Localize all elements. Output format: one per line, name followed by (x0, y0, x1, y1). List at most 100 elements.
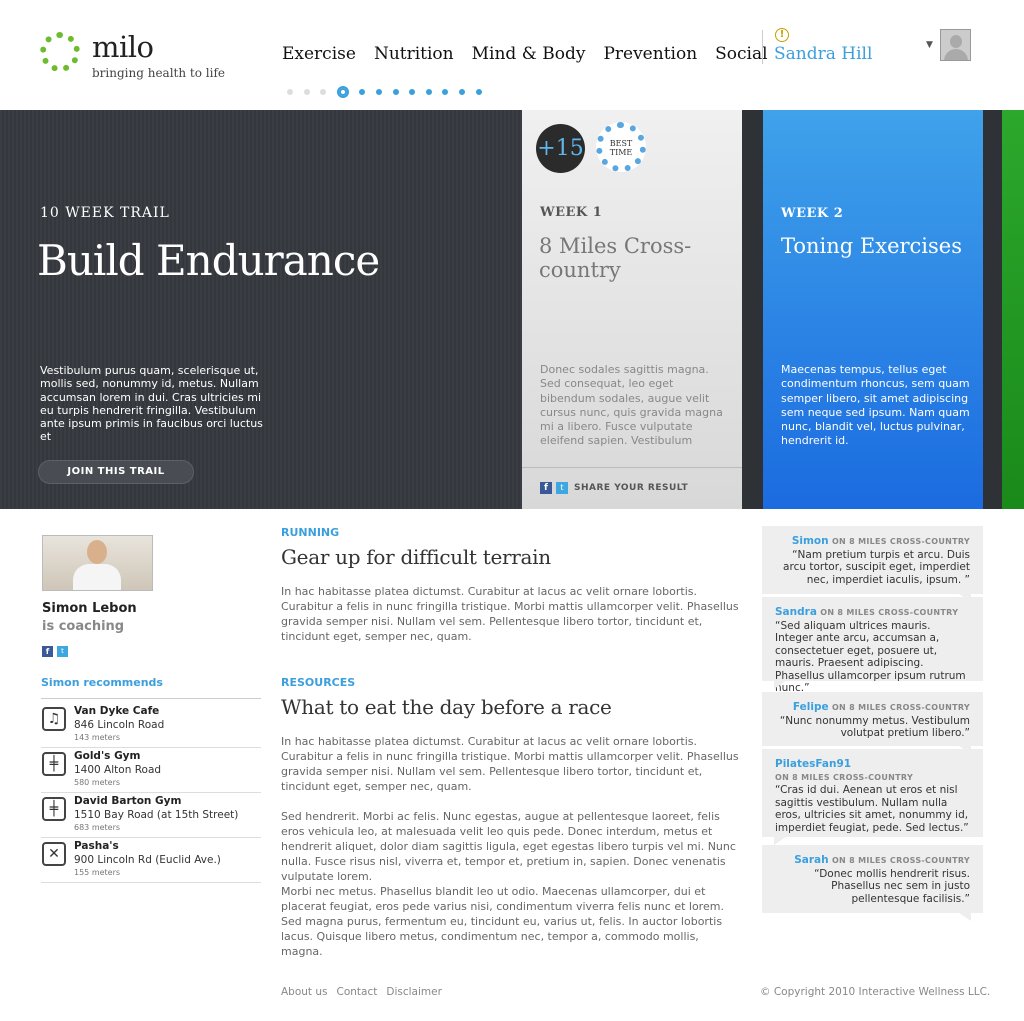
place-address: 846 Lincoln Road (74, 719, 165, 731)
nav-mind-body[interactable]: Mind & Body (472, 44, 586, 64)
section-label-running: RUNNING (281, 526, 340, 539)
week2-label: WEEK 2 (781, 206, 844, 221)
comment-context: ON 8 MILES CROSS-COUNTRY (820, 608, 959, 617)
alert-icon[interactable]: ! (775, 28, 789, 42)
coach-name[interactable]: Simon Lebon (42, 601, 137, 616)
place-address: 900 Lincoln Rd (Euclid Ave.) (74, 854, 221, 866)
list-item[interactable]: ╪ Gold's Gym 1400 Alton Road 580 meters (41, 748, 261, 793)
week2-title: Toning Exercises (781, 234, 963, 258)
share-bar: f t SHARE YOUR RESULT (522, 467, 742, 509)
copyright: © Copyright 2010 Interactive Wellness LL… (760, 986, 991, 998)
dumbbell-icon: ╪ (42, 752, 66, 776)
carousel-pager (287, 86, 492, 98)
comment-text: “Nunc nonummy metus. Vestibulum volutpat… (779, 714, 970, 740)
coach-photo (42, 535, 153, 591)
nav-social[interactable]: Social (715, 44, 767, 64)
article-body-paragraph: Sed hendrerit. Morbi ac felis. Nunc eges… (281, 810, 736, 883)
comment-author[interactable]: Sandra (775, 606, 817, 618)
pager-dot[interactable] (458, 89, 465, 95)
list-item[interactable]: ╪ David Barton Gym 1510 Bay Road (at 15t… (41, 793, 261, 838)
footer-link-disclaimer[interactable]: Disclaimer (386, 986, 442, 998)
pager-dot[interactable] (336, 86, 349, 98)
nav-nutrition[interactable]: Nutrition (374, 44, 454, 64)
twitter-icon[interactable]: t (556, 482, 568, 494)
place-address: 1400 Alton Road (74, 764, 162, 776)
recommends-heading: Simon recommends (41, 676, 261, 699)
pager-dot[interactable] (425, 89, 432, 95)
hero-kicker: 10 WEEK TRAIL (40, 205, 170, 221)
week1-label: WEEK 1 (540, 205, 603, 220)
article-title-resources[interactable]: What to eat the day before a race (281, 695, 612, 719)
chevron-down-icon[interactable]: ▼ (926, 40, 933, 50)
pager-dot[interactable] (320, 89, 327, 95)
pager-dot[interactable] (303, 89, 310, 95)
join-trail-button[interactable]: JOIN THIS TRAIL (38, 460, 194, 484)
recommended-places: ♫ Van Dyke Cafe 846 Lincoln Road 143 met… (41, 703, 261, 883)
pager-dot[interactable] (359, 89, 366, 95)
user-name-link[interactable]: Sandra Hill (774, 44, 872, 64)
comment-context: ON 8 MILES CROSS-COUNTRY (831, 703, 970, 712)
comment: Felipe ON 8 MILES CROSS-COUNTRY “Nunc no… (762, 692, 983, 754)
hero-description: Vestibulum purus quam, scelerisque ut, m… (40, 364, 263, 444)
hero-main-panel: 10 WEEK TRAIL Build Endurance Vestibulum… (0, 110, 522, 509)
avatar[interactable] (940, 29, 971, 61)
facebook-icon[interactable]: f (540, 482, 552, 494)
nav-divider (762, 30, 763, 64)
comment-text: “Cras id dui. Aenean ut eros et nisl sag… (775, 784, 969, 834)
comment-text: “Sed aliquam ultrices mauris. Integer an… (775, 619, 966, 695)
logo-mark-icon (40, 32, 80, 72)
week3-card-peek[interactable] (1002, 110, 1024, 509)
place-address: 1510 Bay Road (at 15th Street) (74, 809, 239, 821)
footer-link-about[interactable]: About us (281, 986, 328, 998)
hero-title: Build Endurance (37, 236, 380, 285)
comment-author[interactable]: Simon (792, 535, 829, 547)
pager-dot[interactable] (409, 89, 416, 95)
share-result-link[interactable]: SHARE YOUR RESULT (574, 483, 688, 493)
comment-author[interactable]: PilatesFan91 (775, 758, 851, 770)
nav-exercise[interactable]: Exercise (282, 44, 356, 64)
nav-prevention[interactable]: Prevention (603, 44, 697, 64)
comment-text: “Donec mollis hendrerit risus. Phasellus… (814, 867, 970, 905)
comment-context: ON 8 MILES CROSS-COUNTRY (775, 772, 914, 782)
comment: PilatesFan91 ON 8 MILES CROSS-COUNTRY “C… (762, 749, 983, 845)
facebook-icon[interactable]: f (42, 646, 53, 657)
comment: Sarah ON 8 MILES CROSS-COUNTRY “Donec mo… (762, 845, 983, 921)
coach-status: is coaching (42, 619, 125, 634)
hero-carousel: 10 WEEK TRAIL Build Endurance Vestibulum… (0, 110, 1024, 509)
logo-name: milo (92, 30, 154, 64)
list-item[interactable]: ✕ Pasha's 900 Lincoln Rd (Euclid Ave.) 1… (41, 838, 261, 883)
place-name: Gold's Gym (74, 750, 141, 762)
place-name: David Barton Gym (74, 795, 182, 807)
pager-dot[interactable] (442, 89, 449, 95)
week1-description: Donec sodales sagittis magna. Sed conseq… (540, 363, 723, 448)
comment-context: ON 8 MILES CROSS-COUNTRY (831, 537, 970, 546)
article-body-paragraph: In hac habitasse platea dictumst. Curabi… (281, 735, 739, 793)
main-nav: Exercise Nutrition Mind & Body Preventio… (282, 44, 786, 64)
comment-author[interactable]: Felipe (793, 701, 829, 713)
place-name: Pasha's (74, 840, 119, 852)
place-distance: 683 meters (74, 823, 121, 832)
comment: Simon ON 8 MILES CROSS-COUNTRY “Nam pret… (762, 526, 983, 602)
footer-link-contact[interactable]: Contact (337, 986, 378, 998)
logo-tagline: bringing health to life (92, 66, 225, 80)
twitter-icon[interactable]: t (57, 646, 68, 657)
article-title-running[interactable]: Gear up for difficult terrain (281, 545, 551, 569)
comment-context: ON 8 MILES CROSS-COUNTRY (831, 856, 970, 865)
place-distance: 143 meters (74, 733, 121, 742)
hero-card-separator (742, 110, 763, 509)
comment-text: “Nam pretium turpis et arcu. Duis arcu t… (783, 548, 970, 586)
footer-links: About us Contact Disclaimer (281, 986, 451, 998)
place-distance: 155 meters (74, 868, 121, 877)
article-body-paragraph: Morbi nec metus. Phasellus blandit leo u… (281, 885, 724, 958)
week2-card[interactable]: WEEK 2 Toning Exercises Maecenas tempus,… (763, 110, 983, 509)
list-item[interactable]: ♫ Van Dyke Cafe 846 Lincoln Road 143 met… (41, 703, 261, 748)
pager-dot[interactable] (287, 89, 293, 95)
pager-dot[interactable] (392, 89, 399, 95)
dumbbell-icon: ╪ (42, 797, 66, 821)
place-distance: 580 meters (74, 778, 121, 787)
pager-dot[interactable] (375, 89, 382, 95)
pager-dot[interactable] (475, 89, 482, 95)
comment: Sandra ON 8 MILES CROSS-COUNTRY “Sed ali… (762, 597, 983, 694)
comment-author[interactable]: Sarah (794, 854, 828, 866)
week2-description: Maecenas tempus, tellus eget condimentum… (781, 363, 970, 448)
